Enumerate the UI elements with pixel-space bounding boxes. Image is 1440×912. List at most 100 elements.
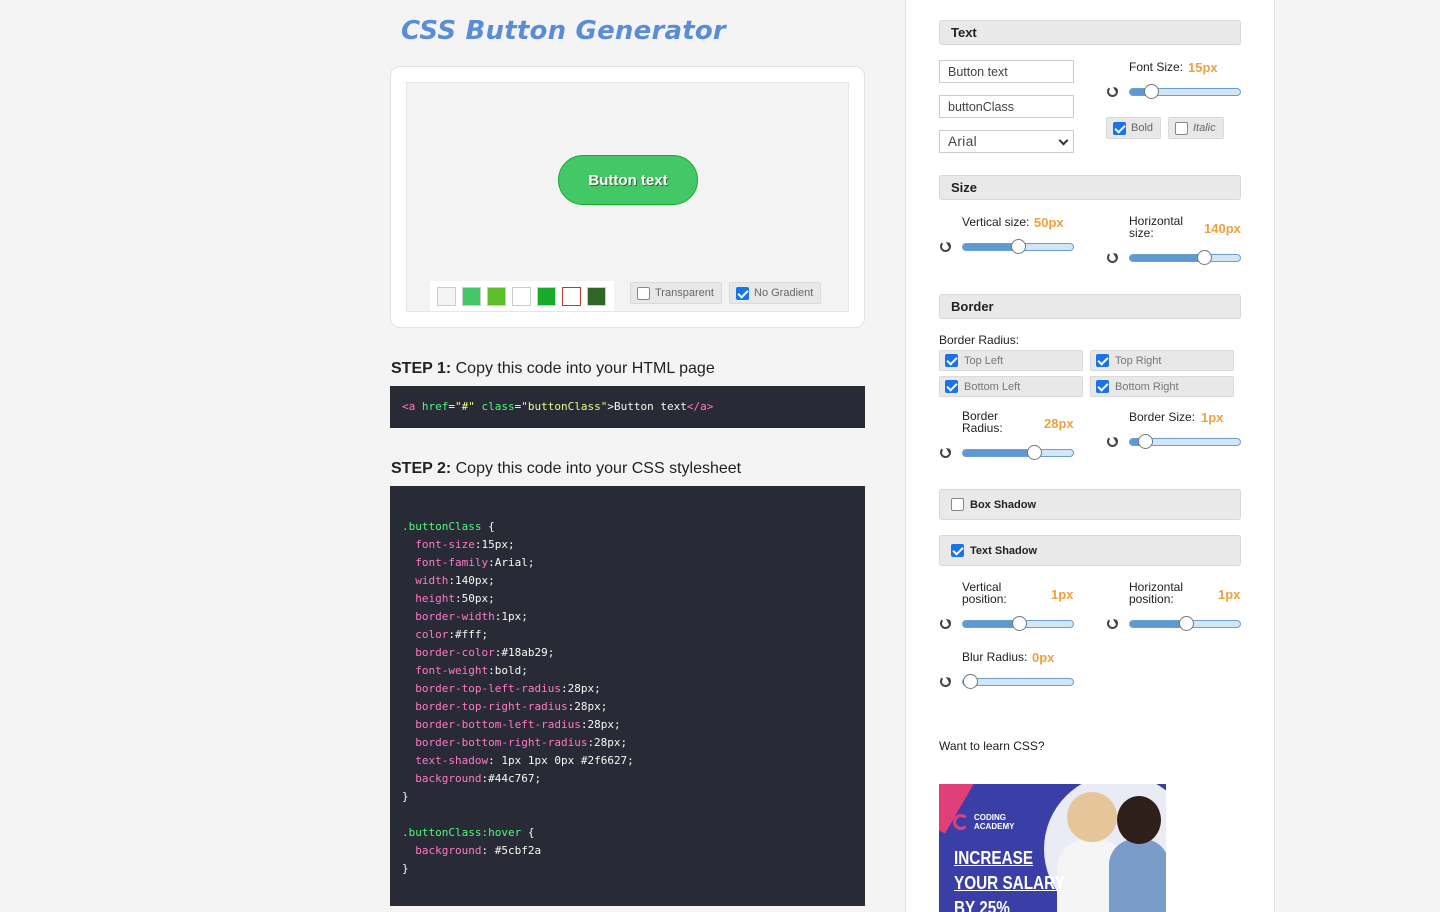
reset-shadow-horizontal-icon[interactable] (1107, 618, 1118, 629)
text-section-header[interactable]: Text (939, 20, 1241, 45)
text-shadow-checkbox[interactable] (951, 544, 964, 557)
ad-person-left-head (1067, 792, 1117, 842)
box-shadow-checkbox[interactable] (951, 498, 964, 511)
border-radius-slider[interactable] (962, 445, 1074, 460)
reset-border-size-icon[interactable] (1107, 436, 1118, 447)
corner-bottom-left-checkbox[interactable] (945, 380, 958, 393)
css-rule-line: font-weight:bold; (402, 662, 853, 680)
size-section-header[interactable]: Size (939, 175, 1241, 200)
css-code-block[interactable]: .buttonClass { font-size:15px; font-fami… (390, 486, 865, 906)
reset-vertical-size-icon[interactable] (940, 241, 951, 252)
border-radius-title: Border Radius: (939, 333, 1020, 347)
italic-checkbox[interactable] (1175, 121, 1188, 135)
color-swatch[interactable] (437, 287, 456, 306)
shadow-vertical-label: Vertical position: (962, 580, 1007, 606)
css-rule-line: border-bottom-left-radius:28px; (402, 716, 853, 734)
font-size-slider[interactable] (1129, 84, 1241, 99)
css-rule-val: :#18ab29; (494, 646, 555, 659)
border-section-header[interactable]: Border (939, 294, 1241, 319)
font-family-select[interactable]: Arial (939, 130, 1074, 153)
css-rule-line: border-top-left-radius:28px; (402, 680, 853, 698)
vertical-size-label: Vertical size: (962, 215, 1030, 229)
css-selector: .buttonClass (402, 520, 482, 533)
code-val-href: "#" (455, 400, 475, 413)
shadow-vertical-slider[interactable] (962, 616, 1074, 631)
reset-horizontal-size-icon[interactable] (1107, 252, 1118, 263)
css-hover-brace-close: } (402, 862, 409, 875)
font-size-value: 15px (1188, 60, 1218, 75)
corner-top-right-label: Top Right (1115, 354, 1162, 367)
css-rule-val: :28px; (560, 682, 601, 695)
chevron-down-icon (1058, 135, 1069, 145)
corner-top-left-toggle[interactable]: Top Left (939, 350, 1083, 371)
css-rule-prop: border-top-left-radius (415, 682, 561, 695)
css-rule-val: :15px; (474, 538, 515, 551)
transparent-toggle[interactable]: Transparent (630, 282, 722, 304)
class-name-input[interactable]: buttonClass (939, 95, 1074, 118)
corner-top-left-checkbox[interactable] (945, 354, 958, 367)
code-tag-open: <a (402, 400, 416, 413)
css-rule-line: font-family:Arial; (402, 554, 853, 572)
reset-shadow-vertical-icon[interactable] (940, 618, 951, 629)
color-swatch[interactable] (562, 287, 581, 306)
ad-brand-line1: CODING (974, 813, 1006, 822)
coding-academy-ad[interactable]: CODING ACADEMY INCREASE YOUR SALARY BY 25% (939, 784, 1166, 912)
corner-top-right-checkbox[interactable] (1096, 354, 1109, 367)
reset-blur-radius-icon[interactable] (940, 676, 951, 687)
css-rule-prop: height (415, 592, 455, 605)
html-code-block[interactable]: <a href="#" class="buttonClass">Button t… (390, 386, 865, 428)
border-size-slider[interactable] (1129, 434, 1241, 449)
color-swatch[interactable] (487, 287, 506, 306)
blur-radius-value: 0px (1032, 650, 1055, 665)
corner-bottom-right-label: Bottom Right (1115, 380, 1179, 393)
horizontal-size-slider[interactable] (1129, 250, 1241, 265)
css-rule-line: width:140px; (402, 572, 853, 590)
preview-button[interactable]: Button text (558, 155, 698, 205)
color-swatch[interactable] (462, 287, 481, 306)
color-swatch[interactable] (537, 287, 556, 306)
blur-radius-slider[interactable] (962, 674, 1074, 689)
italic-toggle[interactable]: Italic (1168, 117, 1224, 139)
corner-top-right-toggle[interactable]: Top Right (1090, 350, 1234, 371)
css-rule-val: :1px; (494, 610, 528, 623)
corner-bottom-left-toggle[interactable]: Bottom Left (939, 376, 1083, 397)
reset-font-size-icon[interactable] (1107, 86, 1118, 97)
color-swatch[interactable] (587, 287, 606, 306)
button-text-input[interactable]: Button text (939, 60, 1074, 83)
code-attr-class: class (481, 400, 515, 413)
transparent-checkbox[interactable] (637, 286, 650, 300)
shadow-horizontal-slider[interactable] (1129, 616, 1241, 631)
css-rule-prop: border-bottom-right-radius (415, 736, 588, 749)
border-radius-label: Border Radius: (962, 409, 1003, 435)
shadow-vertical-value: 1px (1051, 587, 1074, 602)
horizontal-size-value: 140px (1204, 221, 1241, 236)
no-gradient-toggle[interactable]: No Gradient (729, 282, 821, 304)
css-hover-prop: background (415, 844, 482, 857)
ad-brand: CODING ACADEMY (974, 813, 1014, 831)
ad-headline-line2: YOUR SALARY (954, 873, 1065, 893)
step1-heading: STEP 1: Copy this code into your HTML pa… (391, 360, 715, 378)
ad-person-right-head (1117, 796, 1161, 844)
css-rule-prop: border-top-right-radius (415, 700, 568, 713)
italic-label: Italic (1193, 122, 1216, 134)
vertical-size-slider[interactable] (962, 239, 1074, 254)
css-hover-selector: .buttonClass:hover (402, 826, 522, 839)
bold-checkbox[interactable] (1113, 121, 1126, 135)
reset-border-radius-icon[interactable] (940, 447, 951, 458)
box-shadow-section-header[interactable]: Box Shadow (939, 489, 1241, 520)
ad-headline-line3: BY 25% (954, 898, 1010, 912)
no-gradient-checkbox[interactable] (736, 286, 749, 300)
corner-bottom-right-toggle[interactable]: Bottom Right (1090, 376, 1234, 397)
css-hover-selector-line: .buttonClass:hover { (402, 824, 853, 842)
text-section-title: Text (951, 25, 977, 40)
blur-radius-label: Blur Radius: (962, 650, 1028, 664)
color-swatch[interactable] (512, 287, 531, 306)
text-shadow-section-header[interactable]: Text Shadow (939, 535, 1241, 566)
css-rule-prop: text-shadow (415, 754, 489, 767)
corner-bottom-right-checkbox[interactable] (1096, 380, 1109, 393)
css-rule-val: :#44c767; (481, 772, 542, 785)
bold-toggle[interactable]: Bold (1106, 117, 1161, 139)
css-rule-prop: font-family (415, 556, 489, 569)
css-rule-line: font-size:15px; (402, 536, 853, 554)
step2-number: STEP 2: (391, 460, 452, 477)
